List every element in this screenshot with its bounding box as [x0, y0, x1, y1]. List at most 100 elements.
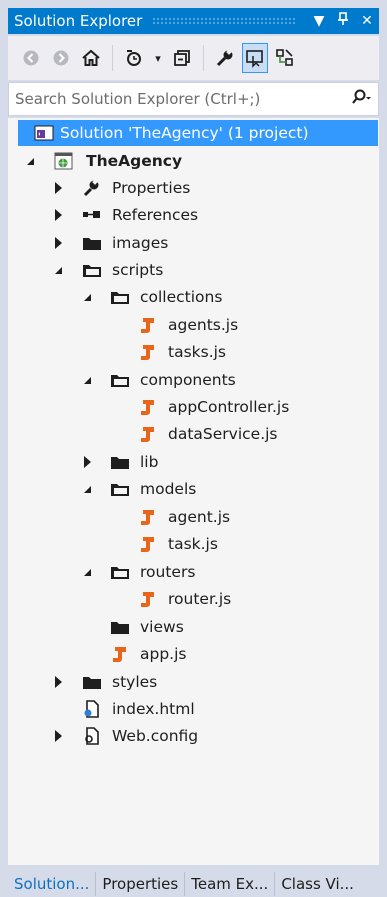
expand-open-icon[interactable] [81, 483, 93, 495]
expand-closed-icon[interactable] [81, 456, 93, 468]
js-file-icon [138, 343, 158, 361]
drag-grip[interactable] [152, 17, 297, 25]
tree-item-file-agent-js[interactable]: agent.js [8, 504, 379, 530]
home-icon[interactable] [78, 43, 104, 73]
js-file-icon [138, 535, 158, 553]
tree-item-folder-lib[interactable]: lib [8, 449, 379, 475]
tree-item-file-web-config[interactable]: Web.config [8, 723, 379, 749]
search-icon[interactable] [344, 89, 378, 110]
tree-item-label: agent.js [168, 508, 231, 526]
window-title: Solution Explorer [14, 12, 143, 30]
wrench-icon[interactable] [212, 43, 238, 73]
config-file-icon [82, 727, 102, 745]
tree-item-file-agents-js[interactable]: agents.js [8, 312, 379, 338]
expand-closed-icon[interactable] [52, 209, 64, 221]
expand-closed-icon[interactable] [52, 237, 64, 249]
tree-item-folder-images[interactable]: images [8, 230, 379, 256]
web-project-icon [54, 152, 74, 170]
solution-explorer-window: Solution Explorer ▼ ✕ ▾ Search Solution … [0, 0, 387, 897]
solution-icon [34, 124, 54, 142]
tree-item-file-task-js[interactable]: task.js [8, 531, 379, 557]
html-file-icon [82, 700, 102, 718]
search-input[interactable]: Search Solution Explorer (Ctrl+;) [15, 90, 344, 108]
dropdown-arrow-icon[interactable]: ▼ [307, 13, 331, 29]
folder-open-icon [110, 563, 130, 581]
forward-icon[interactable] [48, 43, 74, 73]
tree-item-label: collections [140, 288, 223, 306]
tree-item-label: dataService.js [168, 425, 278, 443]
title-bar[interactable]: Solution Explorer ▼ ✕ [8, 8, 379, 34]
js-file-icon [138, 316, 158, 334]
tab-solution-explorer[interactable]: Solution... [8, 871, 97, 896]
tree-item-folder-styles[interactable]: styles [8, 669, 379, 695]
pin-icon[interactable] [331, 12, 355, 30]
js-file-icon [138, 398, 158, 416]
solution-tree: Solution 'TheAgency' (1 project) TheAgen… [8, 118, 379, 865]
tree-item-label: Web.config [112, 727, 199, 745]
expand-open-icon[interactable] [81, 566, 93, 578]
tree-item-file-tasks-js[interactable]: tasks.js [8, 339, 379, 365]
expand-closed-icon[interactable] [52, 730, 64, 742]
tree-item-label: task.js [168, 535, 218, 553]
folder-icon [110, 453, 130, 471]
show-all-files-icon[interactable] [242, 43, 268, 73]
expand-open-icon[interactable] [81, 291, 93, 303]
tree-item-folder-routers[interactable]: routers [8, 559, 379, 585]
chevron-down-icon[interactable]: ▾ [151, 43, 165, 73]
expand-open-icon[interactable] [81, 374, 93, 386]
tree-item-file-app-js[interactable]: app.js [8, 641, 379, 667]
tree-item-label: appController.js [168, 398, 290, 416]
folder-open-icon [82, 261, 102, 279]
tree-item-folder-models[interactable]: models [8, 476, 379, 502]
tree-item-label: References [112, 206, 199, 224]
tree-item-folder-scripts[interactable]: scripts [8, 257, 379, 283]
pending-changes-filter-icon[interactable] [121, 43, 147, 73]
tree-item-label: Properties [112, 179, 191, 197]
tree-item-label: images [112, 234, 169, 252]
tree-item-properties[interactable]: Properties [8, 175, 379, 201]
tree-item-label: styles [112, 673, 158, 691]
search-box[interactable]: Search Solution Explorer (Ctrl+;) [8, 82, 379, 116]
tree-item-label: TheAgency [86, 152, 183, 170]
toolbar-separator [203, 45, 204, 71]
tree-item-file-index-html[interactable]: index.html [8, 696, 379, 722]
tree-item-references[interactable]: References [8, 202, 379, 228]
expand-closed-icon[interactable] [52, 182, 64, 194]
toolbar: ▾ [8, 36, 379, 80]
js-file-icon [138, 590, 158, 608]
tree-item-label: index.html [112, 700, 195, 718]
tree-item-label: scripts [112, 261, 164, 279]
toolbar-separator [112, 45, 113, 71]
tree-item-folder-components[interactable]: components [8, 367, 379, 393]
wrench-icon [82, 179, 102, 197]
folder-open-icon [110, 480, 130, 498]
tree-item-label: tasks.js [168, 343, 227, 361]
close-icon[interactable]: ✕ [355, 13, 379, 29]
tree-item-solution[interactable]: Solution 'TheAgency' (1 project) [18, 120, 378, 146]
folder-open-icon [110, 371, 130, 389]
class-view-icon[interactable] [272, 43, 298, 73]
back-icon[interactable] [18, 43, 44, 73]
tree-item-folder-views[interactable]: views [8, 614, 379, 640]
tab-properties[interactable]: Properties [96, 871, 186, 896]
tree-item-label: Solution 'TheAgency' (1 project) [60, 124, 309, 142]
tab-class-view[interactable]: Class Vi... [275, 872, 360, 896]
folder-icon [110, 618, 130, 636]
tree-item-file-appcontroller-js[interactable]: appController.js [8, 394, 379, 420]
tree-item-folder-collections[interactable]: collections [8, 284, 379, 310]
tree-item-file-router-js[interactable]: router.js [8, 586, 379, 612]
js-file-icon [110, 645, 130, 663]
folder-icon [82, 673, 102, 691]
tree-item-file-dataservice-js[interactable]: dataService.js [8, 421, 379, 447]
expand-closed-icon[interactable] [52, 676, 64, 688]
collapse-all-icon[interactable] [169, 43, 195, 73]
tree-item-label: views [140, 618, 184, 636]
tree-item-label: app.js [140, 645, 187, 663]
tree-item-project[interactable]: TheAgency [8, 148, 379, 174]
expand-open-icon[interactable] [52, 264, 64, 276]
tab-team-explorer[interactable]: Team Ex... [185, 871, 276, 896]
js-file-icon [138, 425, 158, 443]
js-file-icon [138, 508, 158, 526]
expand-open-icon[interactable] [24, 155, 36, 167]
tree-item-label: routers [140, 563, 196, 581]
